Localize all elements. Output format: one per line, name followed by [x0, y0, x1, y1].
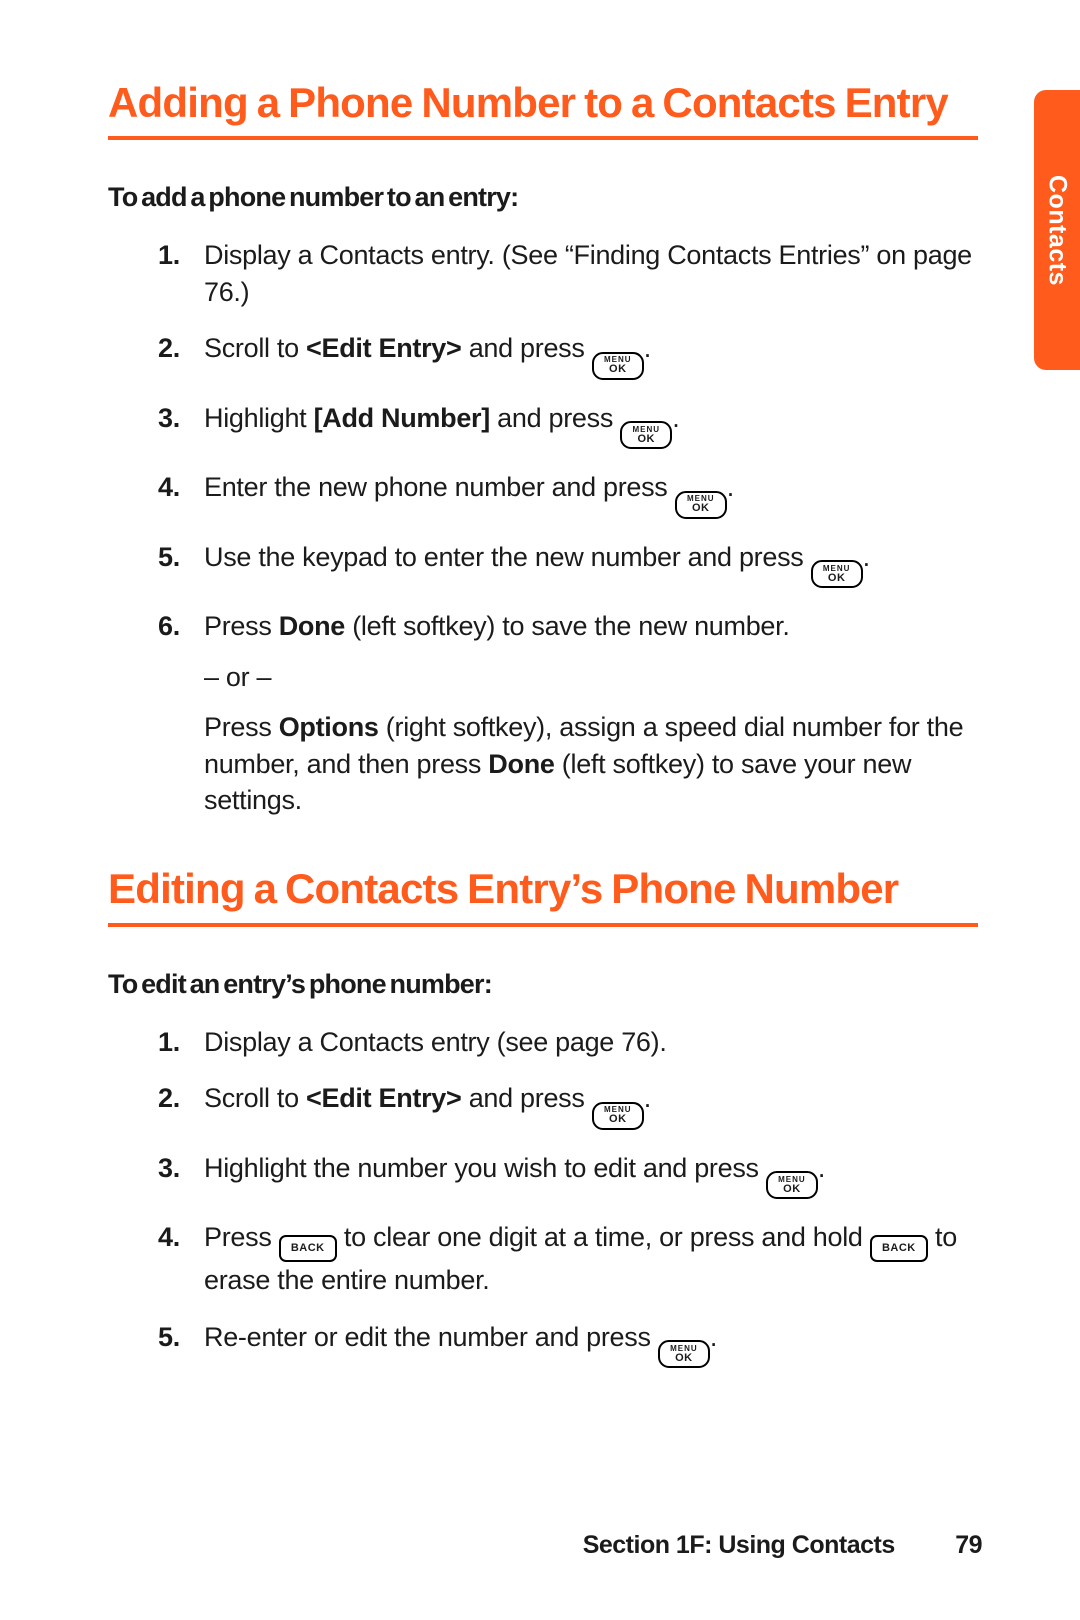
step-item: 3. Highlight the number you wish to edit … — [158, 1150, 988, 1200]
step-item: 2. Scroll to <Edit Entry> and press MENUO… — [158, 330, 988, 380]
step-text: Press BACK to clear one digit at a time,… — [204, 1222, 957, 1295]
step-item: 3. Highlight [Add Number] and press MENUO… — [158, 400, 988, 450]
step-text: Display a Contacts entry. (See “Finding … — [204, 240, 972, 306]
step-text: Enter the new phone number and press MEN… — [204, 472, 734, 502]
step-text: Re-enter or edit the number and press ME… — [204, 1322, 717, 1352]
step-number: 3. — [158, 400, 180, 436]
subhead-2: To edit an entry’s phone number: — [108, 969, 982, 1000]
step-item: 5. Use the keypad to enter the new number… — [158, 539, 988, 589]
step-item: 2. Scroll to <Edit Entry> and press MENUO… — [158, 1080, 988, 1130]
step-number: 1. — [158, 237, 180, 273]
menu-ok-key-icon: MENUOK — [811, 560, 863, 588]
step-number: 2. — [158, 1080, 180, 1116]
step-number: 4. — [158, 1219, 180, 1255]
section-title-2: Editing a Contacts Entry’s Phone Number — [108, 864, 982, 914]
back-key-icon: BACK — [279, 1235, 337, 1262]
step-number: 5. — [158, 1319, 180, 1355]
footer-section: Section 1F: Using Contacts — [583, 1531, 895, 1559]
steps-list-2: 1. Display a Contacts entry (see page 76)… — [108, 1024, 988, 1368]
step-number: 4. — [158, 469, 180, 505]
step-number: 5. — [158, 539, 180, 575]
step-text: Display a Contacts entry (see page 76). — [204, 1027, 667, 1057]
step-number: 1. — [158, 1024, 180, 1060]
steps-list-1: 1. Display a Contacts entry. (See “Findin… — [108, 237, 988, 818]
section-title-1: Adding a Phone Number to a Contacts Entr… — [108, 78, 982, 128]
menu-ok-key-icon: MENUOK — [620, 421, 672, 449]
step-item: 6. Press Done (left softkey) to save the … — [158, 608, 988, 818]
step-item: 1. Display a Contacts entry. (See “Findin… — [158, 237, 988, 310]
subhead-1: To add a phone number to an entry: — [108, 182, 982, 213]
footer-page-number: 79 — [955, 1531, 982, 1559]
step-item: 4. Press BACK to clear one digit at a tim… — [158, 1219, 988, 1298]
page-content: Adding a Phone Number to a Contacts Entr… — [0, 0, 1080, 1368]
rule-1 — [108, 136, 978, 140]
rule-2 — [108, 923, 978, 927]
side-tab: Contacts — [1034, 90, 1080, 370]
step-text: Highlight [Add Number] and press MENUOK. — [204, 403, 679, 433]
step-text: Highlight the number you wish to edit an… — [204, 1153, 825, 1183]
side-tab-label: Contacts — [1043, 175, 1072, 286]
step-text: Scroll to <Edit Entry> and press MENUOK. — [204, 1083, 651, 1113]
step-item: 4. Enter the new phone number and press M… — [158, 469, 988, 519]
step-subtext: – or – — [204, 659, 988, 695]
page-footer: Section 1F: Using Contacts 79 — [583, 1531, 982, 1560]
step-item: 5. Re-enter or edit the number and press … — [158, 1319, 988, 1369]
menu-ok-key-icon: MENUOK — [592, 1102, 644, 1130]
back-key-icon: BACK — [870, 1235, 928, 1262]
step-subtext: Press Options (right softkey), assign a … — [204, 709, 988, 818]
step-item: 1. Display a Contacts entry (see page 76)… — [158, 1024, 988, 1060]
step-number: 3. — [158, 1150, 180, 1186]
step-number: 6. — [158, 608, 180, 644]
step-number: 2. — [158, 330, 180, 366]
menu-ok-key-icon: MENUOK — [675, 491, 727, 519]
step-text: Use the keypad to enter the new number a… — [204, 542, 870, 572]
menu-ok-key-icon: MENUOK — [658, 1340, 710, 1368]
step-text: Press Done (left softkey) to save the ne… — [204, 611, 790, 641]
menu-ok-key-icon: MENUOK — [766, 1171, 818, 1199]
step-text: Scroll to <Edit Entry> and press MENUOK. — [204, 333, 651, 363]
menu-ok-key-icon: MENUOK — [592, 352, 644, 380]
